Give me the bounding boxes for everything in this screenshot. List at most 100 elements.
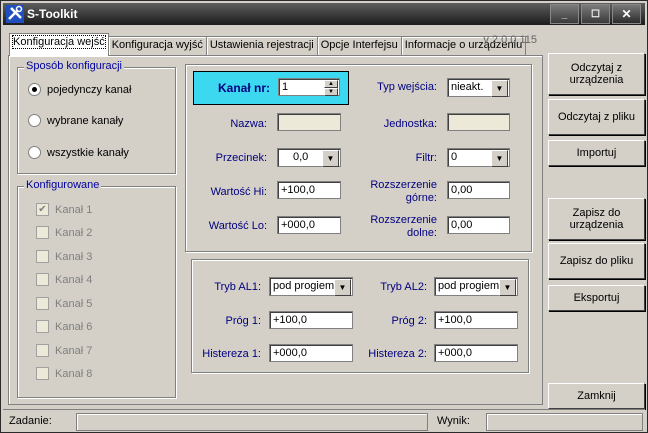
- radio-indicator[interactable]: [28, 83, 41, 96]
- val-lo-field[interactable]: +000,0: [277, 216, 341, 234]
- check-label: Kanał 6: [55, 320, 93, 333]
- select-value: 0: [451, 151, 458, 163]
- main-window: S-Toolkit _ ☐ ✕ Konfiguracja wejść Konfi…: [0, 0, 648, 433]
- chevron-down-icon[interactable]: ▼: [322, 150, 339, 167]
- hyst2-label: Histereza 2:: [368, 348, 427, 360]
- tab-label: Opcje Interfejsu: [320, 39, 398, 51]
- close-button[interactable]: Zamknij: [548, 383, 645, 409]
- threshold1-field[interactable]: +100,0: [269, 311, 353, 329]
- input-type-label: Typ wejścia:: [377, 81, 437, 93]
- status-bar: Zadanie: Wynik:: [3, 409, 645, 431]
- save-to-file-button[interactable]: Zapisz do pliku: [548, 243, 645, 279]
- check-label: Kanał 8: [55, 367, 93, 380]
- checkbox: [36, 367, 49, 380]
- al2-mode-select[interactable]: pod progiem ▼: [434, 277, 518, 296]
- name-label: Nazwa:: [230, 118, 267, 130]
- filter-label: Filtr:: [415, 152, 437, 164]
- check-label: Kanał 3: [55, 250, 93, 263]
- ext-top-label-1: Rozszerzenie: [370, 179, 437, 191]
- check-channel-3: Kanał 3: [36, 250, 92, 263]
- check-label: Kanał 5: [55, 297, 93, 310]
- ext-bottom-field[interactable]: 0,00: [447, 216, 510, 234]
- spin-down-icon[interactable]: ▼: [324, 88, 338, 96]
- save-to-device-button[interactable]: Zapisz do urządzenia: [548, 198, 645, 240]
- minimize-button[interactable]: _: [550, 4, 579, 24]
- maximize-button[interactable]: ☐: [581, 4, 610, 24]
- al1-mode-select[interactable]: pod progiem ▼: [269, 277, 353, 296]
- spin-up-icon[interactable]: ▲: [324, 80, 338, 88]
- import-button[interactable]: Importuj: [548, 140, 645, 166]
- tab-output-config[interactable]: Konfiguracja wyjść: [107, 36, 207, 56]
- name-field[interactable]: [277, 113, 341, 131]
- read-from-file-button[interactable]: Odczytaj z pliku: [548, 99, 645, 135]
- radio-selected-channels[interactable]: wybrane kanały: [28, 114, 123, 127]
- check-channel-8: Kanał 8: [36, 367, 92, 380]
- result-label: Wynik:: [437, 415, 470, 427]
- configured-channels-group: Konfigurowane ✔ Kanał 1 Kanał 2 Kanał 3 K…: [17, 179, 176, 398]
- filter-select[interactable]: 0 ▼: [447, 148, 510, 167]
- val-hi-field[interactable]: +100,0: [277, 181, 341, 199]
- checkbox: [36, 320, 49, 333]
- check-channel-1: ✔ Kanał 1: [36, 203, 92, 216]
- chevron-down-icon[interactable]: ▼: [491, 80, 508, 97]
- tab-logging-settings[interactable]: Ustawienia rejestracji: [205, 36, 318, 56]
- select-value: nieakt.: [451, 81, 484, 93]
- field-value: +000,0: [438, 347, 472, 359]
- radio-indicator[interactable]: [28, 146, 41, 159]
- val-lo-label: Wartość Lo:: [208, 220, 267, 232]
- group-title: Sposób konfiguracji: [24, 60, 125, 72]
- maximize-icon: ☐: [591, 8, 600, 20]
- field-value: +000,0: [281, 219, 315, 231]
- button-label: Zamknij: [577, 390, 616, 402]
- chevron-down-icon[interactable]: ▼: [334, 279, 351, 296]
- input-type-select[interactable]: nieakt. ▼: [447, 78, 510, 97]
- threshold1-label: Próg 1:: [225, 315, 261, 327]
- config-mode-group: Sposób konfiguracji pojedynczy kanał wyb…: [17, 60, 176, 174]
- threshold2-label: Próg 2:: [391, 315, 427, 327]
- button-label: urządzenia: [569, 219, 624, 231]
- check-channel-2: Kanał 2: [36, 226, 92, 239]
- tab-interface-options[interactable]: Opcje Interfejsu: [316, 36, 402, 56]
- tab-label: Konfiguracja wejść: [12, 35, 106, 49]
- export-button[interactable]: Eksportuj: [548, 285, 645, 311]
- field-value: 0,00: [451, 219, 473, 231]
- channel-label: Kanał nr:: [218, 81, 271, 95]
- decimal-select[interactable]: 0,0 ▼: [277, 148, 341, 167]
- check-channel-6: Kanał 6: [36, 320, 92, 333]
- unit-field[interactable]: [447, 113, 510, 131]
- checkbox: [36, 344, 49, 357]
- tab-label: Ustawienia rejestracji: [209, 39, 314, 51]
- checkbox-checked: ✔: [36, 203, 49, 216]
- chevron-down-icon[interactable]: ▼: [491, 150, 508, 167]
- title-bar[interactable]: S-Toolkit _ ☐ ✕: [3, 3, 645, 25]
- hyst1-label: Histereza 1:: [202, 348, 261, 360]
- hyst2-field[interactable]: +000,0: [434, 344, 518, 362]
- threshold2-field[interactable]: +100,0: [434, 311, 518, 329]
- checkbox: [36, 273, 49, 286]
- close-window-button[interactable]: ✕: [612, 4, 641, 24]
- hyst1-field[interactable]: +000,0: [269, 344, 353, 362]
- checkbox: [36, 297, 49, 310]
- radio-label: wszystkie kanały: [47, 146, 129, 159]
- field-value: +100,0: [273, 314, 307, 326]
- tab-input-config[interactable]: Konfiguracja wejść: [9, 33, 109, 56]
- radio-label: pojedynczy kanał: [47, 83, 132, 96]
- ext-top-field[interactable]: 0,00: [447, 181, 510, 199]
- chevron-down-icon[interactable]: ▼: [499, 279, 516, 296]
- check-label: Kanał 2: [55, 226, 93, 239]
- task-label: Zadanie:: [9, 415, 52, 427]
- radio-single-channel[interactable]: pojedynczy kanał: [28, 83, 131, 96]
- ext-bottom-label-2: dolne:: [407, 227, 437, 239]
- channel-number-spinner[interactable]: 1 ▲ ▼: [278, 78, 340, 96]
- tab-label: Konfiguracja wyjść: [111, 39, 203, 51]
- field-value: +000,0: [273, 347, 307, 359]
- select-value: 0,0: [293, 151, 309, 163]
- button-label: urządzenia: [569, 74, 624, 86]
- decimal-label: Przecinek:: [215, 152, 267, 164]
- task-field: [76, 413, 428, 431]
- check-label: Kanał 7: [55, 344, 93, 357]
- radio-all-channels[interactable]: wszystkie kanały: [28, 146, 129, 159]
- radio-indicator[interactable]: [28, 114, 41, 127]
- unit-label: Jednostka:: [383, 118, 437, 130]
- read-from-device-button[interactable]: Odczytaj z urządzenia: [548, 53, 645, 95]
